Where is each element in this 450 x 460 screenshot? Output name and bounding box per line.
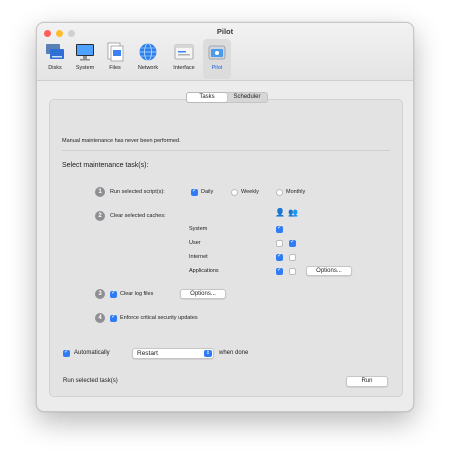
all-users-icon: 👥 — [288, 208, 298, 217]
cache-internet-all-checkbox[interactable] — [289, 254, 296, 261]
toolbar-item-disks[interactable]: Disks — [41, 39, 69, 79]
pilot-window: Pilot Disks System Files Network Interfa… — [36, 22, 414, 412]
daily-label: Daily — [201, 189, 214, 195]
status-message: Manual maintenance has never been perfor… — [62, 138, 181, 144]
task-number-1: 1 — [95, 187, 105, 197]
toolbar-label-pilot: Pilot — [211, 65, 223, 71]
interface-icon — [174, 44, 194, 60]
tab-tasks[interactable]: Tasks — [187, 93, 227, 102]
cache-options-button[interactable]: Options... — [306, 266, 352, 276]
toolbar-label-disks: Disks — [48, 65, 62, 71]
monthly-label: Monthly — [286, 189, 306, 195]
divider — [62, 150, 390, 151]
toolbar-item-pilot[interactable]: Pilot — [203, 39, 231, 79]
post-action-select[interactable]: Restart ⇕ — [132, 348, 214, 359]
toolbar-label-files: Files — [109, 65, 121, 71]
clear-logs-checkbox[interactable] — [110, 289, 117, 298]
files-icon — [107, 42, 124, 62]
monthly-radio[interactable] — [276, 189, 283, 196]
cache-row-label: Applications — [189, 268, 219, 274]
run-scripts-label: Run selected script(s): — [110, 189, 165, 195]
logs-options-button[interactable]: Options... — [180, 289, 226, 299]
toolbar-item-interface[interactable]: Interface — [167, 39, 201, 79]
cache-applications-user-checkbox[interactable] — [276, 266, 283, 275]
post-action-value: Restart — [137, 350, 158, 357]
toolbar-label-system: System — [75, 65, 95, 71]
single-user-icon: 👤 — [275, 208, 285, 217]
security-updates-checkbox[interactable] — [110, 313, 117, 322]
run-button[interactable]: Run — [346, 376, 388, 387]
task-number-2: 2 — [95, 211, 105, 221]
cache-row-label: Internet — [189, 254, 208, 260]
toolbar-item-system[interactable]: System — [71, 39, 99, 79]
tasks-panel: Manual maintenance has never been perfor… — [49, 99, 403, 397]
tab-control: Tasks Scheduler — [186, 92, 268, 103]
clear-caches-label: Clear selected caches: — [110, 213, 166, 219]
tab-scheduler[interactable]: Scheduler — [227, 93, 267, 102]
toolbar-item-files[interactable]: Files — [101, 39, 129, 79]
cache-internet-user-checkbox[interactable] — [276, 252, 283, 261]
cache-user-all-checkbox[interactable] — [289, 238, 296, 247]
toolbar-label-interface: Interface — [173, 65, 195, 71]
cache-row-label: System — [189, 226, 208, 232]
daily-checkbox[interactable] — [191, 187, 198, 196]
toolbar-label-network: Network — [137, 65, 159, 71]
weekly-radio[interactable] — [231, 189, 238, 196]
task-number-4: 4 — [95, 313, 105, 323]
system-icon — [76, 44, 94, 61]
title-bar: Pilot Disks System Files Network Interfa… — [37, 23, 413, 81]
cache-user-user-checkbox[interactable] — [276, 240, 283, 247]
disks-icon — [46, 44, 64, 59]
window-title: Pilot — [216, 27, 234, 36]
security-updates-label: Enforce critical security updates — [120, 315, 198, 321]
run-tasks-label: Run selected task(s) — [63, 378, 118, 384]
when-done-label: when done — [219, 350, 249, 356]
chevron-updown-icon: ⇕ — [204, 350, 212, 357]
weekly-label: Weekly — [241, 189, 259, 195]
toolbar-item-network[interactable]: Network — [131, 39, 165, 79]
automatically-checkbox[interactable] — [63, 348, 70, 357]
cache-system-user-checkbox[interactable] — [276, 224, 283, 233]
toolbar: Disks System Files Network Interface Pil… — [41, 39, 231, 79]
network-icon — [139, 43, 157, 61]
automatically-label: Automatically — [74, 350, 110, 356]
cache-row-label: User — [189, 240, 201, 246]
task-number-3: 3 — [95, 289, 105, 299]
cache-applications-all-checkbox[interactable] — [289, 268, 296, 275]
clear-logs-label: Clear log files — [120, 291, 154, 297]
section-title: Select maintenance task(s): — [62, 162, 149, 169]
pilot-icon — [208, 45, 226, 60]
